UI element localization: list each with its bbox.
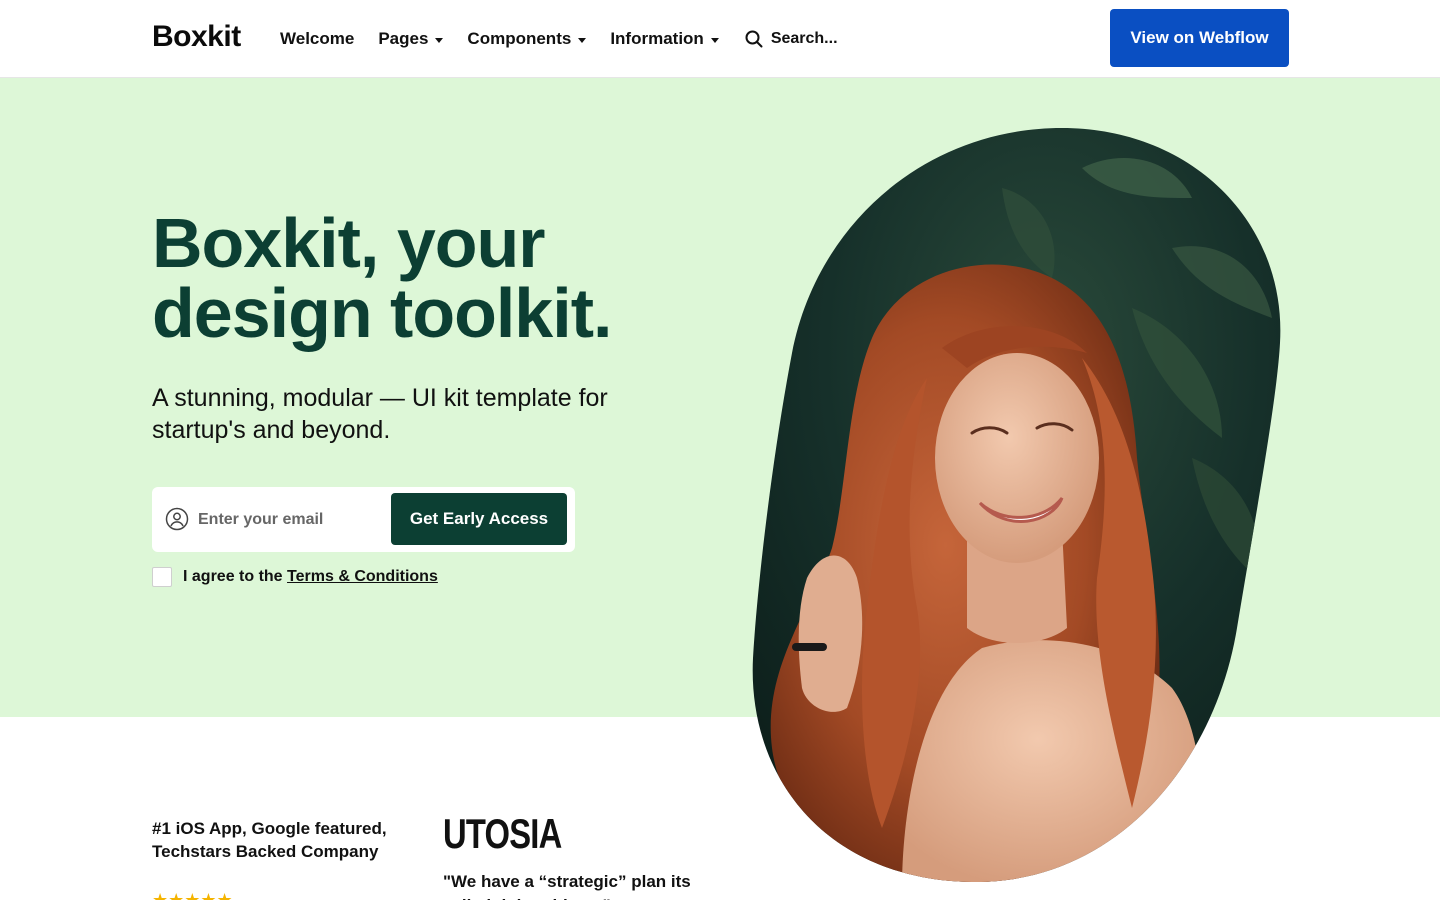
- nav-item-welcome[interactable]: Welcome: [280, 29, 354, 49]
- featured-text: #1 iOS App, Google featured, Techstars B…: [152, 819, 387, 861]
- nav-item-label: Pages: [378, 29, 429, 48]
- user-circle-icon: [165, 507, 189, 531]
- terms-agreement: I agree to the Terms & Conditions: [152, 567, 438, 587]
- hero-portrait-image: [752, 128, 1281, 883]
- nav-item-components[interactable]: Components: [467, 29, 587, 49]
- terms-checkbox[interactable]: [152, 567, 172, 587]
- nav-item-label: Welcome: [280, 29, 355, 48]
- logo[interactable]: Boxkit: [152, 20, 241, 54]
- view-on-webflow-button[interactable]: View on Webflow: [1110, 9, 1289, 67]
- testimonial-quote: "We have a “strategic” plan its called d…: [443, 872, 691, 900]
- hero-headline: Boxkit, your design toolkit.: [152, 208, 612, 348]
- site-header: Boxkit Welcome Pages Components Informat…: [0, 0, 1440, 78]
- terms-link[interactable]: Terms & Conditions: [287, 568, 438, 585]
- hero-subheading: A stunning, modular — UI kit template fo…: [152, 384, 608, 444]
- caret-down-icon: [710, 37, 719, 43]
- get-early-access-button[interactable]: Get Early Access: [391, 493, 567, 545]
- agree-text: I agree to the Terms & Conditions: [183, 568, 438, 586]
- brand-logo-utosia: UTOSIA: [443, 810, 562, 857]
- nav-item-label: Components: [467, 29, 572, 48]
- headline-line-1: Boxkit, your: [152, 204, 546, 282]
- headline-line-2: design toolkit.: [152, 274, 612, 352]
- rating-stars: ★★★★★: [152, 890, 233, 900]
- agree-prefix: I agree to the: [183, 568, 288, 585]
- nav-item-information[interactable]: Information: [610, 29, 719, 49]
- email-field[interactable]: [198, 501, 378, 539]
- search-trigger[interactable]: Search...: [745, 30, 838, 48]
- caret-down-icon: [435, 37, 444, 43]
- caret-down-icon: [578, 37, 587, 43]
- nav-item-pages[interactable]: Pages: [378, 29, 444, 49]
- nav-item-label: Information: [610, 29, 704, 48]
- search-icon: [745, 30, 763, 48]
- search-label: Search...: [770, 30, 838, 47]
- main-nav: Welcome Pages Components Information Sea…: [280, 0, 838, 78]
- email-signup-form: Get Early Access: [152, 487, 575, 552]
